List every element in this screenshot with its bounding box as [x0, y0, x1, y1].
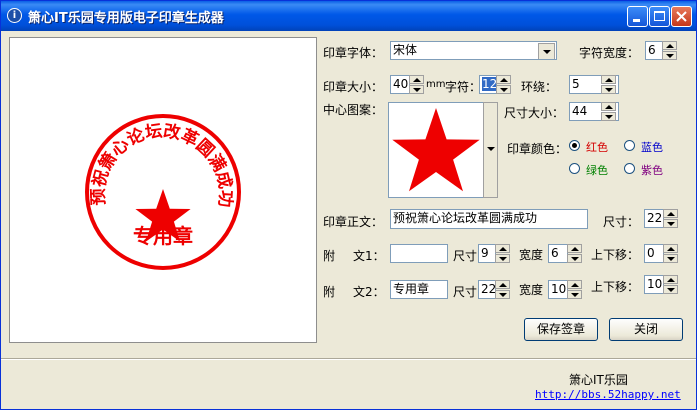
main-text-input[interactable]: 预祝箫心论坛改革圆满成功 — [390, 209, 588, 229]
font-label: 印章字体： — [323, 46, 384, 60]
attach2-shift-spinner[interactable] — [663, 275, 678, 294]
attach1-label-a: 附 — [323, 249, 336, 263]
main-window: i 箫心IT乐园专用版电子印章生成器 预祝箫心论坛改革圆满成功 专用章 印章字体… — [0, 0, 697, 410]
attach2-size-spinner[interactable] — [495, 280, 510, 299]
char-count-value: 12 — [482, 77, 497, 91]
maximize-icon — [654, 11, 665, 21]
size-spinner[interactable] — [409, 75, 424, 94]
close-button[interactable]: 关闭 — [609, 318, 683, 341]
color-blue-radio[interactable] — [624, 140, 635, 151]
char-count-input[interactable]: 12 — [479, 75, 497, 94]
title-bar[interactable]: i 箫心IT乐园专用版电子印章生成器 — [1, 1, 696, 31]
color-red-radio[interactable] — [569, 140, 580, 151]
attach2-size-input[interactable]: 22 — [478, 280, 496, 299]
attach1-shift-input[interactable]: 0 — [644, 244, 664, 263]
minimize-button[interactable] — [627, 6, 648, 27]
footer-link[interactable]: http://bbs.52happy.net — [535, 388, 681, 401]
main-size-input[interactable]: 22 — [644, 209, 664, 228]
surround-spinner[interactable] — [601, 75, 616, 94]
star-icon — [392, 108, 480, 192]
attach2-label-a: 附 — [323, 285, 336, 299]
attach1-input[interactable] — [390, 244, 448, 263]
size-unit: mm — [426, 79, 446, 90]
close-window-button[interactable] — [671, 6, 692, 27]
font-select-dropdown-button[interactable] — [538, 43, 555, 59]
char-count-spinner[interactable] — [496, 75, 511, 94]
attach1-shift-spinner[interactable] — [663, 244, 678, 263]
attach2-label-b: 文2： — [353, 285, 385, 299]
save-stamp-button[interactable]: 保存签章 — [524, 318, 598, 341]
char-width-input[interactable]: 6 — [645, 41, 663, 60]
attach1-size-label: 尺寸 — [453, 249, 478, 263]
footer-separator — [1, 358, 696, 360]
color-green-radio[interactable] — [569, 163, 580, 174]
attach2-width-spinner[interactable] — [567, 280, 582, 299]
maximize-button[interactable] — [649, 6, 670, 27]
main-size-label: 尺寸： — [603, 215, 640, 229]
attach2-input[interactable]: 专用章 — [390, 280, 448, 299]
attach2-shift-input[interactable]: 10 — [644, 275, 664, 294]
stamp-color-label: 印章颜色： — [507, 142, 568, 156]
main-text-label: 印章正文： — [323, 215, 384, 229]
attach2-shift-label: 上下移： — [591, 280, 640, 294]
attach2-width-input[interactable]: 10 — [548, 280, 568, 299]
size-input[interactable]: 40 — [390, 75, 410, 94]
attach1-size-spinner[interactable] — [495, 244, 510, 263]
attach1-width-input[interactable]: 6 — [548, 244, 568, 263]
color-purple-label[interactable]: 紫色 — [641, 162, 663, 178]
surround-label: 环绕： — [521, 80, 558, 94]
window-title: 箫心IT乐园专用版电子印章生成器 — [28, 11, 224, 26]
attach1-width-label: 宽度 — [519, 248, 544, 262]
stamp-preview: 预祝箫心论坛改革圆满成功 专用章 — [9, 37, 317, 343]
color-blue-label[interactable]: 蓝色 — [641, 139, 663, 155]
stamp-bottom-text: 专用章 — [133, 224, 193, 248]
attach1-size-input[interactable]: 9 — [478, 244, 496, 263]
char-width-label: 字符宽度： — [579, 46, 640, 60]
main-size-spinner[interactable] — [663, 209, 678, 228]
font-select-value: 宋体 — [393, 43, 418, 57]
minimize-icon — [633, 19, 640, 22]
center-pattern-dropdown-button[interactable] — [483, 102, 498, 198]
char-width-spinner[interactable] — [662, 41, 677, 60]
stamp-image: 预祝箫心论坛改革圆满成功 专用章 — [85, 114, 241, 270]
size-label: 印章大小： — [323, 80, 384, 94]
char-count-label: 字符： — [445, 80, 482, 94]
attach2-size-label: 尺寸 — [453, 285, 478, 299]
attach1-shift-label: 上下移： — [591, 248, 640, 262]
color-purple-radio[interactable] — [624, 163, 635, 174]
pattern-size-label: 尺寸大小： — [504, 106, 565, 120]
app-icon[interactable]: i — [7, 8, 22, 23]
close-icon — [676, 11, 687, 22]
pattern-size-spinner[interactable] — [601, 102, 616, 121]
center-pattern-label: 中心图案： — [323, 103, 384, 117]
font-select[interactable]: 宋体 — [390, 41, 557, 60]
center-pattern-select[interactable] — [388, 102, 498, 198]
attach2-width-label: 宽度 — [519, 283, 544, 297]
color-red-label[interactable]: 红色 — [586, 139, 608, 155]
attach1-width-spinner[interactable] — [567, 244, 582, 263]
footer-name: 箫心IT乐园 — [569, 373, 628, 387]
color-green-label[interactable]: 绿色 — [586, 162, 608, 178]
attach1-label-b: 文1： — [353, 249, 385, 263]
